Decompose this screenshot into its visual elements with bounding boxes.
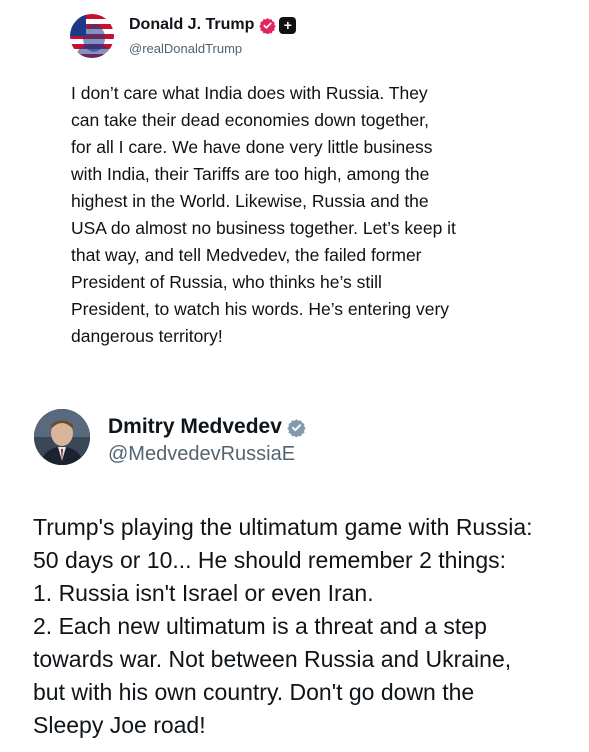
author-handle[interactable]: @realDonaldTrump <box>129 41 242 56</box>
verified-badge-icon <box>287 418 306 437</box>
trump-avatar[interactable] <box>70 14 114 58</box>
post-text-line: highest in the World. Likewise, Russia a… <box>71 191 429 211</box>
post-body: Trump's playing the ultimatum game with … <box>33 511 583 742</box>
verified-badge-icon <box>259 17 277 34</box>
plus-square-icon: + <box>279 16 297 34</box>
post-text-line: 50 days or 10... He should remember 2 th… <box>33 547 507 573</box>
post-text-line: dangerous territory! <box>71 326 223 346</box>
post-text-line: but with his own country. Don't go down … <box>33 679 475 705</box>
post-body: I don’t care what India does with Russia… <box>71 80 541 350</box>
post-text-line: 1. Russia isn't Israel or even Iran. <box>33 580 374 606</box>
post-text-line: 2. Each new ultimatum is a threat and a … <box>33 613 487 639</box>
medvedev-name-row: Dmitry Medvedev <box>108 415 306 439</box>
flag-portrait-icon <box>70 14 114 58</box>
post-text-line: Trump's playing the ultimatum game with … <box>33 514 533 540</box>
post-text-line: I don’t care what India does with Russia… <box>71 83 428 103</box>
author-name[interactable]: Dmitry Medvedev <box>108 415 282 439</box>
trump-post: Donald J. Trump + @realDonaldTrump I don… <box>0 0 589 385</box>
trump-name-row: Donald J. Trump + <box>129 16 297 34</box>
author-handle[interactable]: @MedvedevRussiaE <box>108 443 295 466</box>
post-text-line: that way, and tell Medvedev, the failed … <box>71 245 422 265</box>
medvedev-post: Dmitry Medvedev @MedvedevRussiaE Trump's… <box>0 385 589 752</box>
post-text-line: USA do almost no business together. Let’… <box>71 218 456 238</box>
post-text-line: can take their dead economies down toget… <box>71 110 430 130</box>
portrait-icon <box>34 409 90 465</box>
author-name[interactable]: Donald J. Trump <box>129 16 254 34</box>
post-text-line: Sleepy Joe road! <box>33 712 206 738</box>
post-text-line: President, to watch his words. He’s ente… <box>71 299 450 319</box>
post-text-line: President of Russia, who thinks he’s sti… <box>71 272 382 292</box>
medvedev-avatar[interactable] <box>34 409 90 465</box>
post-text-line: for all I care. We have done very little… <box>71 137 433 157</box>
post-text-line: with India, their Tariffs are too high, … <box>71 164 430 184</box>
post-text-line: towards war. Not between Russia and Ukra… <box>33 646 512 672</box>
